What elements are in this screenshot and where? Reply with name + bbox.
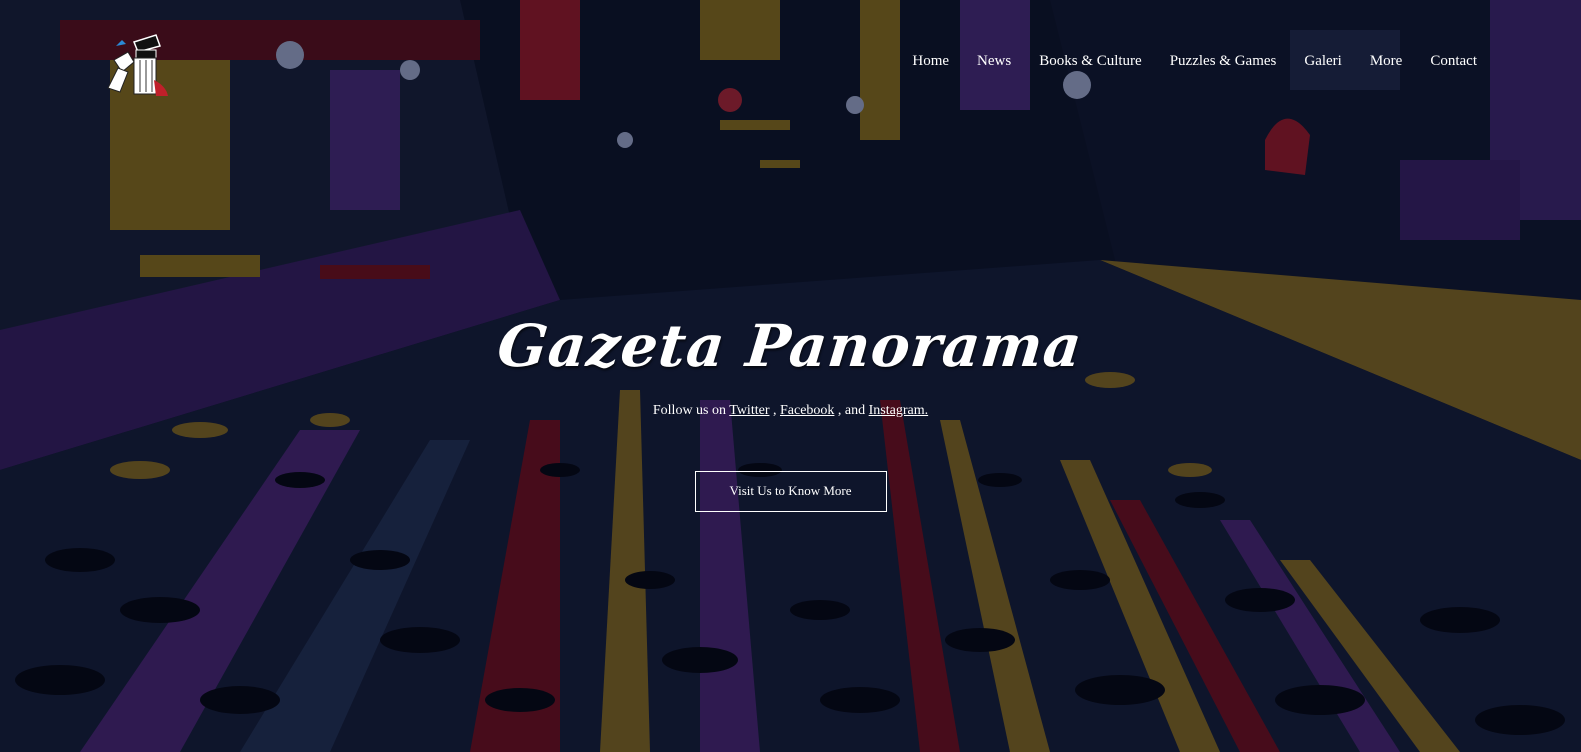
follow-prefix: Follow us on xyxy=(652,403,730,418)
social-follow-line: Follow us on Twitter , Facebook , and In… xyxy=(0,403,1581,419)
site-logo[interactable] xyxy=(94,30,174,100)
visit-us-button[interactable]: Visit Us to Know More xyxy=(694,471,887,512)
nav-item-books-culture[interactable]: Books & Culture xyxy=(1039,53,1142,70)
site-title: Gazeta Panorama xyxy=(494,312,1087,380)
main-navigation: Home News Books & Culture Puzzles & Game… xyxy=(884,53,1477,70)
facebook-link[interactable]: Facebook xyxy=(780,403,834,418)
nav-item-news[interactable]: News xyxy=(977,53,1011,70)
follow-separator-2: , and xyxy=(834,403,869,418)
hero-section: Home News Books & Culture Puzzles & Game… xyxy=(0,0,1581,752)
nav-item-galeri[interactable]: Galeri xyxy=(1304,53,1341,70)
instagram-link[interactable]: Instagram. xyxy=(869,403,928,418)
nav-item-more[interactable]: More xyxy=(1370,53,1403,70)
twitter-link[interactable]: Twitter xyxy=(729,403,769,418)
follow-separator-1: , xyxy=(769,403,780,418)
hero-content: Gazeta Panorama Follow us on Twitter , F… xyxy=(0,306,1581,512)
nav-item-contact[interactable]: Contact xyxy=(1430,53,1477,70)
nav-item-puzzles-games[interactable]: Puzzles & Games xyxy=(1170,53,1277,70)
nav-item-home[interactable]: Home xyxy=(912,53,949,70)
